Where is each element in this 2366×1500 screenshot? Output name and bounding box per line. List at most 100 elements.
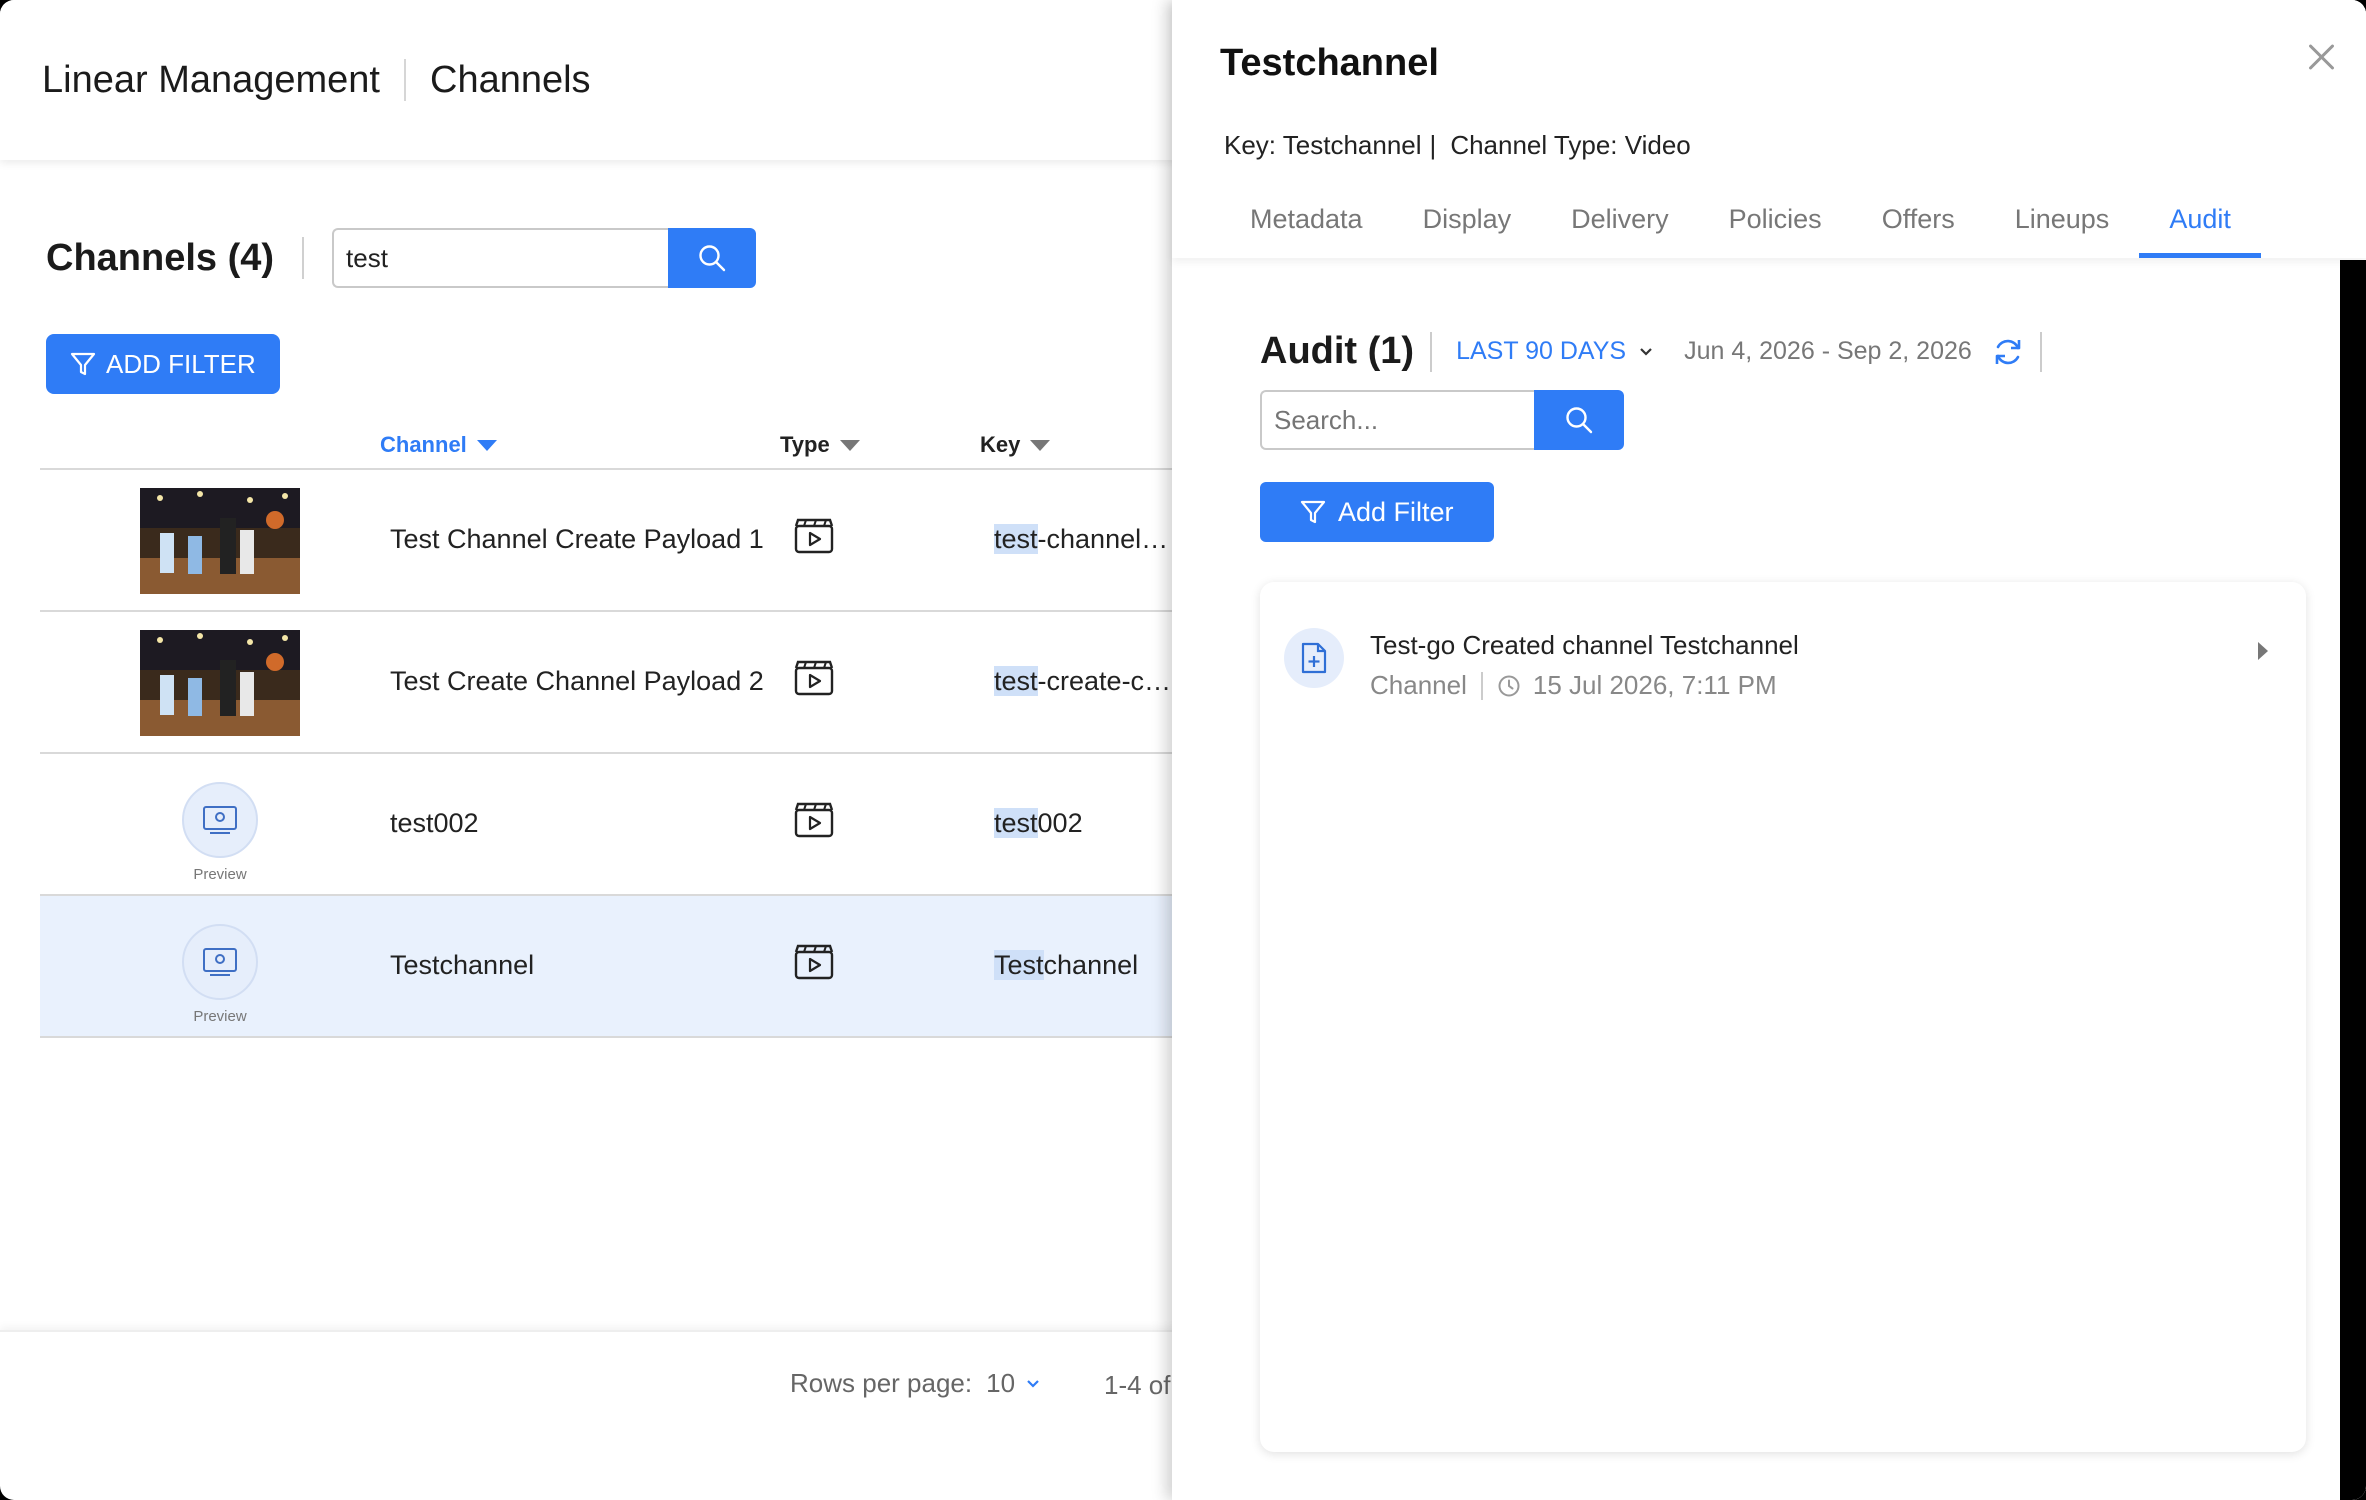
channel-name[interactable]: Testchannel [390, 950, 534, 981]
drawer-title: Testchannel [1220, 42, 1439, 84]
audit-search-button[interactable] [1534, 390, 1624, 450]
video-type-icon [794, 518, 834, 559]
tab-delivery[interactable]: Delivery [1541, 196, 1699, 258]
tab-offers[interactable]: Offers [1852, 196, 1985, 258]
date-range-select[interactable]: LAST 90 DAYS [1456, 337, 1654, 366]
channel-meta: Key: Testchannel | Channel Type: Video [1224, 130, 1691, 161]
channel-thumbnail [140, 488, 300, 594]
rows-per-page-select[interactable]: 10 [986, 1368, 1041, 1399]
rows-per-page-label: Rows per page: [790, 1368, 973, 1398]
breadcrumb: Linear Management Channels [0, 0, 1200, 160]
audit-add-filter-button[interactable]: Add Filter [1260, 482, 1494, 542]
column-header-type-label: Type [780, 432, 830, 457]
audit-divider [2039, 331, 2042, 372]
audit-search [1260, 390, 1624, 450]
filter-icon [70, 352, 96, 376]
page-title: Channels (4) [46, 236, 275, 279]
video-type-icon [794, 944, 834, 985]
key-rest: -create-c… [1037, 666, 1172, 696]
table-row[interactable]: Preview test002 test002 [40, 754, 1200, 896]
drawer-tabs: Metadata Display Delivery Policies Offer… [1220, 196, 2261, 258]
audit-entry-title: Test-go Created channel Testchannel [1370, 630, 1799, 660]
sort-caret-icon [476, 439, 497, 451]
sort-caret-icon [839, 439, 860, 451]
channel-type-text: Channel Type: Video [1450, 130, 1691, 160]
window-edge [2340, 260, 2366, 1500]
channel-thumbnail [140, 630, 300, 736]
search-icon [1566, 407, 1593, 434]
refresh-icon[interactable] [1992, 336, 2024, 368]
breadcrumb-divider [404, 59, 406, 101]
audit-add-filter-label: Add Filter [1338, 496, 1454, 527]
audit-divider [1430, 331, 1433, 372]
key-highlight: Test [994, 950, 1044, 980]
key-highlight: test [994, 808, 1038, 838]
video-type-icon [794, 802, 834, 843]
channel-key: test002 [994, 808, 1083, 839]
column-header-key[interactable]: Key [980, 432, 1051, 458]
pagination-range: 1-4 of [1104, 1370, 1171, 1400]
preview-icon [182, 924, 258, 1000]
key-rest: -channel… [1037, 524, 1169, 554]
column-header-key-label: Key [980, 432, 1021, 457]
drawer-header: Testchannel Key: Testchannel | Channel T… [1172, 0, 2366, 258]
chevron-down-icon [1027, 1379, 1039, 1388]
tab-lineups[interactable]: Lineups [1985, 196, 2140, 258]
audit-list: Test-go Created channel Testchannel Chan… [1260, 582, 2306, 1452]
channel-name[interactable]: Test Channel Create Payload 1 [390, 524, 764, 555]
column-header-channel-label: Channel [380, 432, 467, 457]
key-rest: channel [1043, 950, 1139, 980]
date-range-text: Jun 4, 2026 - Sep 2, 2026 [1684, 337, 1972, 365]
channel-search-button[interactable] [668, 228, 757, 288]
app-window: Linear Management Channels Channels (4) … [0, 0, 2366, 1500]
audit-header: Audit (1) LAST 90 DAYS Jun 4, 2026 - Sep… [1260, 330, 2042, 373]
channel-search-input[interactable] [332, 228, 669, 288]
add-filter-label: ADD FILTER [106, 348, 256, 379]
key-rest: 002 [1037, 808, 1083, 838]
table-row-selected[interactable]: Preview Testchannel Testchannel [40, 896, 1200, 1038]
breadcrumb-section-title: Channels [430, 58, 591, 101]
tab-metadata[interactable]: Metadata [1220, 196, 1393, 258]
sort-caret-icon [1030, 439, 1051, 451]
table-row[interactable]: Test Create Channel Payload 2 test-creat… [40, 612, 1200, 754]
channel-key: test-create-c… [994, 666, 1171, 697]
channels-list-header: Channels (4) [46, 228, 757, 288]
chevron-down-icon [1640, 347, 1652, 356]
close-icon[interactable] [2304, 40, 2338, 74]
audit-entry-timestamp: 15 Jul 2026, 7:11 PM [1532, 670, 1777, 700]
expand-arrow-icon[interactable] [2258, 642, 2268, 660]
audit-entry-meta: Channel 15 Jul 2026, 7:11 PM [1370, 670, 1777, 701]
search-icon [699, 245, 726, 272]
column-header-type[interactable]: Type [780, 432, 860, 458]
breadcrumb-app-title[interactable]: Linear Management [42, 59, 380, 102]
rows-per-page-value: 10 [986, 1368, 1016, 1398]
channel-search [332, 228, 757, 288]
channel-name[interactable]: test002 [390, 808, 479, 839]
file-plus-icon [1284, 628, 1344, 688]
rows-per-page: Rows per page: 10 [790, 1368, 1041, 1399]
audit-search-input[interactable] [1260, 390, 1534, 450]
tab-policies[interactable]: Policies [1699, 196, 1852, 258]
date-range-select-label: LAST 90 DAYS [1456, 337, 1627, 365]
channel-detail-drawer: Testchannel Key: Testchannel | Channel T… [1172, 0, 2366, 1500]
key-highlight: test [994, 666, 1038, 696]
channel-preview-placeholder: Preview [180, 782, 260, 883]
video-type-icon [794, 660, 834, 701]
preview-label: Preview [193, 1008, 247, 1025]
key-highlight: test [994, 524, 1038, 554]
clock-icon [1498, 675, 1520, 696]
audit-entry-divider [1480, 671, 1483, 700]
table-pagination: Rows per page: 10 1-4 of [0, 1330, 1180, 1500]
audit-title: Audit (1) [1260, 330, 1415, 372]
channel-key: test-channel… [994, 524, 1168, 555]
title-divider [302, 237, 305, 279]
channel-name[interactable]: Test Create Channel Payload 2 [390, 666, 764, 697]
table-row[interactable]: Test Channel Create Payload 1 test-chann… [40, 470, 1200, 612]
preview-label: Preview [193, 866, 247, 883]
audit-entry[interactable]: Test-go Created channel Testchannel Chan… [1284, 628, 2284, 718]
tab-audit[interactable]: Audit [2139, 196, 2261, 258]
preview-icon [182, 782, 258, 858]
tab-display[interactable]: Display [1393, 196, 1542, 258]
column-header-channel[interactable]: Channel [380, 432, 497, 458]
add-filter-button[interactable]: ADD FILTER [46, 334, 280, 394]
